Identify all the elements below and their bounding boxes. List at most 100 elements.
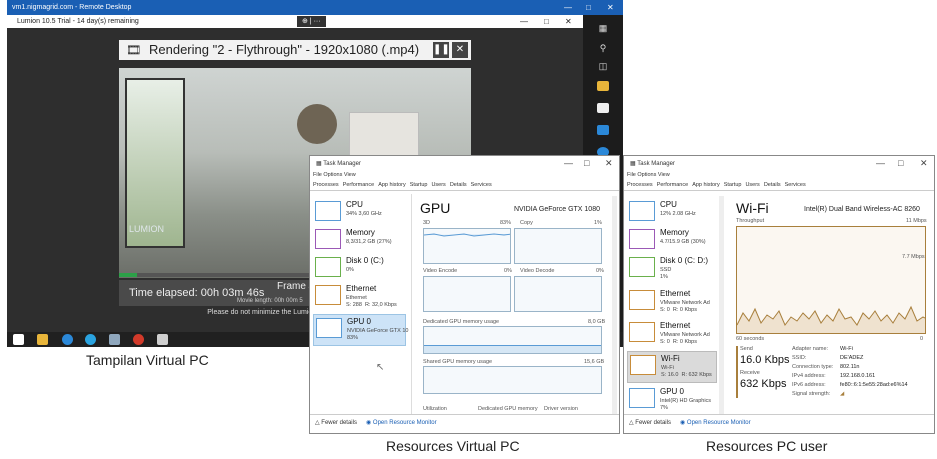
perf-item-cpu[interactable]: CPU 12% 2.08 GHz	[627, 198, 717, 226]
detail-value: fe80::6:1:5e55:28ad:e6%14	[840, 382, 908, 388]
tab-performance[interactable]: Performance	[342, 182, 375, 189]
tab-users[interactable]: Users	[745, 182, 759, 188]
taskmanager-icon[interactable]	[109, 334, 120, 345]
perf-item-ethernet-2[interactable]: Ethernet VMware Network Ad S: 0 R: 0 Kbp…	[627, 319, 717, 349]
perf-item-ethernet[interactable]: Ethernet Ethernet S: 288 R: 32,0 Kbps	[313, 282, 406, 312]
shared-max: 15,6 GB	[584, 359, 605, 365]
memory-thumbnail	[315, 229, 341, 249]
tm-close-button[interactable]: ✕	[920, 158, 928, 169]
perf-item-gpu[interactable]: GPU 0 Intel(R) HD Graphics 7%	[627, 385, 717, 413]
tab-app-history[interactable]: App history	[692, 182, 720, 188]
tab-services[interactable]: Services	[471, 182, 492, 188]
tab-users[interactable]: Users	[431, 182, 445, 188]
chevron-up-icon: △	[629, 420, 634, 426]
tm-menu[interactable]: File Options View	[627, 172, 670, 178]
tab-performance[interactable]: Performance	[656, 182, 689, 189]
perf-item-gpu[interactable]: GPU 0 NVIDIA GeForce GTX 10 83%	[313, 314, 408, 346]
zoom-control[interactable]: ⊕ | ···	[297, 16, 326, 27]
receive-value: 632 Kbps	[740, 378, 787, 390]
perf-item-name: GPU 0	[660, 387, 685, 396]
wifi-heading: Wi-Fi	[736, 200, 769, 216]
wifi-details: Adapter name: Wi-Fi SSID: DE'ADEZ Connecti…	[792, 346, 927, 400]
fewer-details-label: Fewer details	[321, 420, 357, 426]
perf-item-disk[interactable]: Disk 0 (C: D:) SSD 1%	[627, 254, 717, 284]
perf-item-wifi[interactable]: Wi-Fi Wi-Fi S: 16.0 R: 632 Kbps	[627, 351, 717, 383]
lumion-close-button[interactable]: ✕	[565, 15, 572, 28]
perf-item-name: Ethernet	[660, 321, 691, 330]
taskview-icon[interactable]: ◫	[597, 61, 609, 71]
tm-close-button[interactable]: ✕	[605, 158, 613, 169]
windows-icon[interactable]	[13, 334, 24, 345]
perf-item-sub: VMware Network Ad S: 0 R: 0 Kbps	[660, 300, 710, 313]
memory-thumbnail	[629, 229, 655, 249]
tab-processes[interactable]: Processes	[313, 182, 339, 188]
tab-details[interactable]: Details	[450, 182, 467, 188]
perf-item-sub: SSD 1%	[660, 267, 672, 280]
pause-button[interactable]: ❚❚	[433, 42, 450, 58]
lumion-title: Lumion 10.5 Trial - 14 day(s) remaining	[17, 18, 139, 25]
engine-3d-pct: 83%	[500, 220, 512, 226]
detail-row: Connection type: 802.11n	[792, 364, 927, 373]
caption-resources-virtual: Resources Virtual PC	[386, 438, 520, 454]
detail-value: 802.11n	[840, 364, 860, 370]
search-icon[interactable]: ⚲	[597, 43, 609, 53]
stop-button[interactable]: ✕	[452, 42, 468, 58]
fewer-details-button[interactable]: △ Fewer details	[315, 419, 357, 426]
perf-item-disk[interactable]: Disk 0 (C:) 0%	[313, 254, 406, 282]
folder-icon[interactable]	[597, 81, 609, 91]
throughput-mid-mark: 7.7 Mbps	[902, 254, 925, 260]
tm-divider	[411, 194, 412, 414]
tm-minimize-button[interactable]: —	[564, 158, 573, 168]
caption-resources-user: Resources PC user	[706, 438, 828, 454]
tm-maximize-button[interactable]: □	[898, 158, 903, 168]
open-resource-monitor-link[interactable]: ◉ Open Resource Monitor	[366, 419, 437, 426]
folder-icon[interactable]	[37, 334, 48, 345]
tab-processes[interactable]: Processes	[627, 182, 653, 188]
task-manager-user: ▦ Task Manager — □ ✕ File Options View P…	[623, 155, 935, 434]
send-indicator	[736, 346, 738, 398]
disk-thumbnail	[629, 257, 655, 277]
minimize-button[interactable]: —	[564, 0, 572, 15]
perf-item-name: Wi-Fi	[661, 354, 680, 363]
mail-icon[interactable]	[597, 125, 609, 135]
perf-item-name: Memory	[660, 228, 689, 237]
tab-services[interactable]: Services	[785, 182, 806, 188]
close-button[interactable]: ✕	[607, 0, 614, 15]
tm-title-text: Task Manager	[637, 161, 675, 167]
perf-item-cpu[interactable]: CPU 34% 3,60 GHz	[313, 198, 406, 226]
maximize-button[interactable]: □	[586, 0, 591, 15]
store-icon[interactable]	[597, 103, 609, 113]
perf-item-ethernet[interactable]: Ethernet VMware Network Ad S: 0 R: 0 Kbp…	[627, 287, 717, 317]
shared-label: Shared GPU memory usage	[423, 359, 493, 365]
tab-app-history[interactable]: App history	[378, 182, 406, 188]
detail-row: Signal strength: ◢	[792, 391, 927, 400]
windows-icon[interactable]: ▦	[597, 23, 609, 33]
tm-menu[interactable]: File Options View	[313, 172, 356, 178]
lumion-icon[interactable]	[133, 334, 144, 345]
tab-details[interactable]: Details	[764, 182, 781, 188]
edge-icon[interactable]	[62, 334, 73, 345]
mouse-cursor-icon: ↖	[376, 362, 385, 373]
files-icon[interactable]	[157, 334, 168, 345]
tm-side-scrollbar[interactable]	[719, 196, 724, 414]
throughput-label: Throughput	[736, 218, 765, 224]
tab-startup[interactable]: Startup	[410, 182, 428, 188]
telegram-icon[interactable]	[85, 334, 96, 345]
tm-minimize-button[interactable]: —	[876, 158, 885, 168]
perf-item-memory[interactable]: Memory 4.7/15.9 GB (30%)	[627, 226, 717, 254]
perf-item-memory[interactable]: Memory 8,3/31,2 GB (27%)	[313, 226, 406, 254]
remote-desktop-titlebar: vm1.nigmagrid.com - Remote Desktop — □ ✕	[7, 0, 623, 15]
engine-decode-label: Video Decode	[520, 268, 555, 274]
dedicated-max: 8,0 GB	[588, 319, 606, 325]
tm-maximize-button[interactable]: □	[584, 158, 589, 168]
lumion-minimize-button[interactable]: —	[520, 15, 528, 28]
fewer-details-button[interactable]: △ Fewer details	[629, 419, 671, 426]
render-progress-fill	[119, 273, 137, 277]
tab-startup[interactable]: Startup	[724, 182, 742, 188]
footer-col-dedicated: Dedicated GPU memory	[478, 406, 538, 412]
throughput-graph: 7.7 Mbps	[736, 226, 926, 334]
lumion-maximize-button[interactable]: □	[544, 15, 549, 28]
detail-key: SSID:	[792, 355, 807, 361]
open-resource-monitor-link[interactable]: ◉ Open Resource Monitor	[680, 419, 751, 426]
tm-scrollbar[interactable]	[612, 196, 617, 414]
